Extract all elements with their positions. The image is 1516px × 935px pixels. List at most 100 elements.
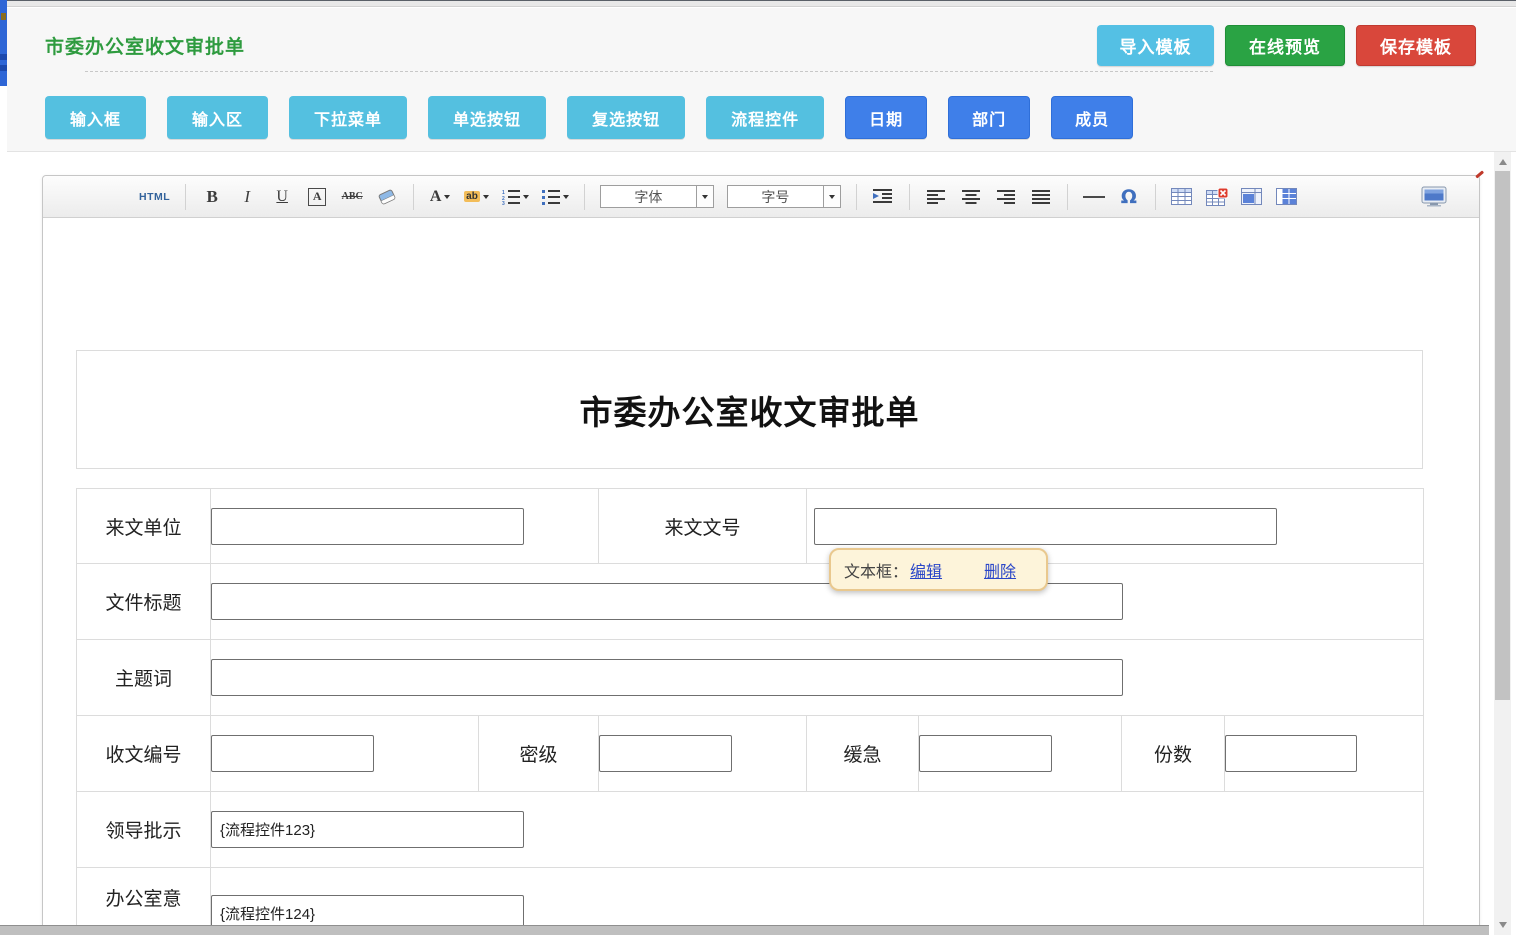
horizontal-rule-button[interactable] — [1083, 184, 1105, 210]
font-color-button[interactable]: A — [429, 184, 451, 210]
align-left-button[interactable] — [925, 184, 947, 210]
field-label-zhutici: 主题词 — [77, 640, 211, 716]
rich-text-editor: HTML B I U A ABC A ab — [42, 175, 1480, 935]
ordered-list-button[interactable]: 1 2 3 — [502, 184, 529, 210]
special-char-button[interactable]: Ω — [1118, 184, 1140, 210]
laiwendanwei-input[interactable] — [211, 508, 524, 545]
scrollbar-thumb[interactable] — [1495, 171, 1510, 700]
left-edge-panel-fragment — [0, 0, 7, 86]
table-icon — [1171, 188, 1192, 205]
align-left-icon — [927, 190, 945, 204]
align-center-button[interactable] — [960, 184, 982, 210]
edit-link[interactable]: 编辑 — [910, 558, 942, 582]
font-family-label: 字体 — [601, 187, 696, 207]
svg-text:3: 3 — [502, 201, 505, 205]
window-top-strip — [0, 1, 1516, 7]
chevron-down-icon — [483, 195, 489, 199]
font-size-select[interactable]: 字号 — [727, 185, 841, 208]
underline-button[interactable]: U — [271, 184, 293, 210]
chevron-down-icon — [523, 195, 529, 199]
monitor-icon — [1421, 186, 1447, 207]
align-right-icon — [997, 190, 1015, 204]
palette-member-button[interactable]: 成员 — [1051, 96, 1133, 139]
insert-table-button[interactable] — [1171, 184, 1193, 210]
header-divider — [85, 71, 1213, 72]
indent-icon — [873, 189, 893, 204]
scroll-down-button[interactable] — [1494, 917, 1511, 933]
highlight-icon: ab — [464, 191, 480, 202]
align-center-icon — [962, 190, 980, 204]
palette-input-box-button[interactable]: 输入框 — [45, 96, 146, 139]
field-label-miji: 密级 — [479, 716, 599, 792]
cell-properties-button[interactable] — [1276, 184, 1298, 210]
scroll-up-button[interactable] — [1494, 154, 1511, 170]
editor-canvas[interactable]: 市委办公室收文审批单 来文单位 来文文号 文件标题 主 — [43, 218, 1479, 935]
palette-date-button[interactable]: 日期 — [845, 96, 927, 139]
html-source-button[interactable]: HTML — [139, 184, 170, 210]
palette-checkbox-button[interactable]: 复选按钮 — [567, 96, 685, 139]
toolbar-separator — [856, 184, 857, 210]
arrow-down-icon — [1499, 922, 1507, 928]
remove-format-button[interactable] — [376, 184, 398, 210]
save-template-button[interactable]: 保存模板 — [1356, 25, 1476, 66]
align-right-button[interactable] — [995, 184, 1017, 210]
vertical-scrollbar[interactable] — [1494, 152, 1511, 935]
table-row: 文件标题 — [77, 564, 1424, 640]
page-title: 市委办公室收文审批单 — [45, 32, 245, 59]
delete-table-icon — [1206, 188, 1228, 206]
pencil-icon — [1475, 170, 1484, 178]
indent-button[interactable] — [872, 184, 894, 210]
table-properties-button[interactable] — [1241, 184, 1263, 210]
left-edge-mark — [1, 13, 6, 20]
select-dropdown-button[interactable] — [696, 186, 713, 207]
field-label-fenshu: 份数 — [1122, 716, 1225, 792]
tooltip-label: 文本框： — [844, 558, 908, 582]
border-text-button[interactable]: A — [306, 184, 328, 210]
bold-button[interactable]: B — [201, 184, 223, 210]
field-label-lingdaopishi: 领导批示 — [77, 792, 211, 868]
maximize-button[interactable] — [1421, 184, 1447, 210]
form-table: 来文单位 来文文号 文件标题 主题词 收文编号 密级 — [76, 488, 1424, 935]
left-edge-mark — [0, 54, 7, 60]
online-preview-button[interactable]: 在线预览 — [1225, 25, 1345, 66]
screen: 市委办公室收文审批单 导入模板 在线预览 保存模板 输入框 输入区 下拉菜单 单… — [0, 0, 1516, 935]
left-edge-mark — [0, 65, 7, 71]
shouwenbianhao-input[interactable] — [211, 735, 374, 772]
palette-department-button[interactable]: 部门 — [948, 96, 1030, 139]
lingdaopishi-input[interactable] — [211, 811, 524, 848]
table-row: 来文单位 来文文号 — [77, 489, 1424, 564]
select-dropdown-button[interactable] — [823, 186, 840, 207]
table-row: 收文编号 密级 缓急 份数 — [77, 716, 1424, 792]
import-template-button[interactable]: 导入模板 — [1097, 25, 1214, 66]
delete-table-button[interactable] — [1206, 184, 1228, 210]
toolbar-separator — [1155, 184, 1156, 210]
laiwenwenhao-input[interactable] — [814, 508, 1277, 545]
highlight-color-button[interactable]: ab — [464, 184, 489, 210]
field-label-laiwendanwei: 来文单位 — [77, 489, 211, 564]
field-label-wenjianbiaoti: 文件标题 — [77, 564, 211, 640]
italic-button[interactable]: I — [236, 184, 258, 210]
strikethrough-button[interactable]: ABC — [341, 184, 363, 210]
align-justify-button[interactable] — [1030, 184, 1052, 210]
huanji-input[interactable] — [919, 735, 1052, 772]
palette-input-area-button[interactable]: 输入区 — [167, 96, 268, 139]
field-label-laiwenwenhao: 来文文号 — [599, 489, 807, 564]
header: 市委办公室收文审批单 导入模板 在线预览 保存模板 输入框 输入区 下拉菜单 单… — [7, 8, 1516, 152]
font-family-select[interactable]: 字体 — [600, 185, 714, 208]
bullet-list-button[interactable] — [542, 184, 569, 210]
palette-radio-button[interactable]: 单选按钮 — [428, 96, 546, 139]
font-color-icon: A — [430, 188, 442, 206]
fenshu-input[interactable] — [1225, 735, 1357, 772]
chevron-down-icon — [702, 195, 708, 199]
miji-input[interactable] — [599, 735, 732, 772]
chevron-down-icon — [563, 195, 569, 199]
delete-link[interactable]: 删除 — [984, 558, 1016, 582]
zhutici-input[interactable] — [211, 659, 1123, 696]
palette-flow-control-button[interactable]: 流程控件 — [706, 96, 824, 139]
toolbar-separator — [1067, 184, 1068, 210]
palette-dropdown-button[interactable]: 下拉菜单 — [289, 96, 407, 139]
form-title-cell: 市委办公室收文审批单 — [76, 350, 1423, 469]
arrow-up-icon — [1499, 159, 1507, 165]
field-label-huanji: 缓急 — [807, 716, 919, 792]
field-label-shouwenbianhao: 收文编号 — [77, 716, 211, 792]
